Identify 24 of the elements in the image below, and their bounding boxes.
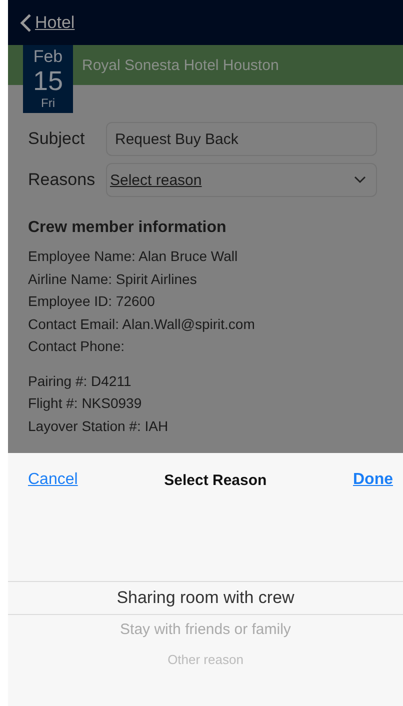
info-line: Pairing #: D4211	[28, 372, 132, 391]
section-title: Crew member information	[28, 219, 228, 237]
picker-option[interactable]: Sharing room with crew	[8, 581, 403, 615]
chevron-down-icon	[354, 176, 366, 184]
done-link[interactable]: Done	[352, 471, 393, 489]
subject-field[interactable]: Request Buy Back	[106, 122, 377, 156]
cancel-link[interactable]: Cancel	[28, 471, 78, 489]
back-chevron-icon	[20, 12, 32, 32]
back-link[interactable]: Hotel	[20, 12, 75, 32]
reasons-dropdown[interactable]: Select reason	[106, 163, 377, 197]
info-line: Employee Name: Alan Bruce Wall	[28, 247, 239, 266]
date-weekday: Fri	[41, 95, 55, 111]
info-line: Contact Phone:	[28, 337, 126, 356]
subject-label: Subject	[28, 129, 86, 149]
hotel-name: Royal Sonesta Hotel Houston	[82, 57, 279, 74]
info-line: Layover Station #: IAH	[28, 416, 170, 436]
info-line: Contact Email: Alan.Wall@spirit.com	[28, 314, 256, 334]
info-line: Employee ID: 72600	[28, 292, 156, 311]
info-line: Airline Name: Spirit Airlines	[28, 270, 198, 289]
date-day: 15	[32, 67, 64, 95]
info-line: Flight #: NKS0939	[28, 394, 143, 413]
picker-title: Select Reason	[164, 472, 267, 488]
reasons-label: Reasons	[28, 170, 96, 190]
date-month: Feb	[33, 47, 63, 67]
